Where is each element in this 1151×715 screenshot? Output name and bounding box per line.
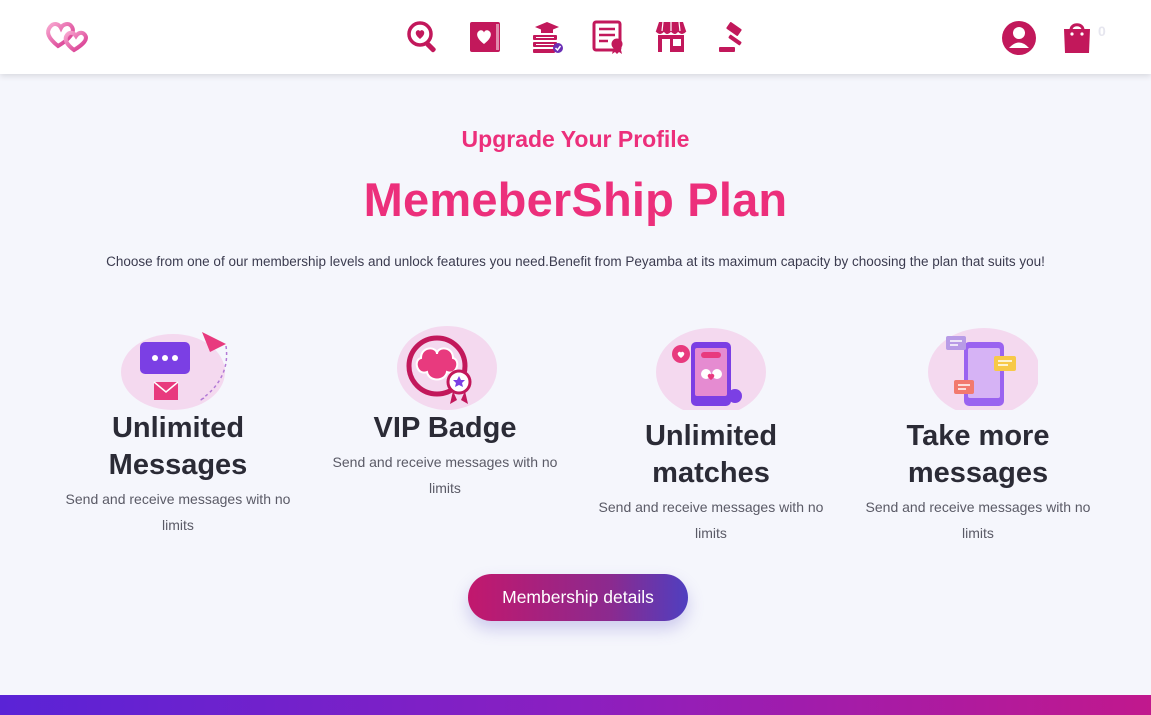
feature-card: VIP Badge Send and receive messages with… (320, 324, 570, 501)
feature-title-line2: Messages (108, 449, 248, 481)
feature-title-line2: matches (652, 457, 770, 489)
feature-description: Send and receive messages with no limits (65, 491, 291, 533)
certificate-icon[interactable] (588, 16, 630, 58)
membership-details-button[interactable]: Membership details (468, 574, 688, 621)
main-nav (402, 16, 754, 58)
feature-card: Unlimited Messages Send and receive mess… (53, 324, 303, 538)
vip-badge-illustration-icon (385, 324, 505, 410)
feature-card: Unlimited matches Send and receive messa… (586, 324, 836, 546)
feature-title-line1: Take more (906, 420, 1050, 452)
auction-gavel-icon[interactable] (712, 16, 754, 58)
feature-title-line2: messages (907, 457, 1049, 489)
feature-card: Take more messages Send and receive mess… (853, 324, 1103, 546)
shopping-bag-icon[interactable] (1061, 19, 1093, 55)
chat-phone-illustration-icon (918, 324, 1038, 410)
user-profile-icon[interactable] (1000, 19, 1038, 57)
matches-illustration-icon (651, 324, 771, 410)
messages-illustration-icon (118, 324, 238, 410)
graduation-books-icon[interactable] (526, 16, 568, 58)
logo-hearts-icon[interactable] (44, 16, 92, 56)
feature-description: Send and receive messages with no limits (332, 454, 558, 496)
section-subtitle: Upgrade Your Profile (461, 126, 690, 152)
page-title: MemeberShip Plan (363, 173, 788, 226)
section-description: Choose from one of our membership levels… (106, 254, 1045, 269)
feature-title-line1: VIP Badge (373, 412, 517, 444)
store-icon[interactable] (650, 16, 692, 58)
top-navbar: 0 (0, 0, 1151, 74)
feature-description: Send and receive messages with no limits (865, 499, 1091, 541)
heart-book-icon[interactable] (464, 16, 506, 58)
feature-title-line1: Unlimited (111, 412, 245, 444)
search-heart-icon[interactable] (402, 16, 444, 58)
cart-count-badge: 0 (1098, 23, 1106, 39)
footer-gradient-bar (0, 695, 1151, 715)
feature-description: Send and receive messages with no limits (598, 499, 824, 541)
feature-title-line1: Unlimited (644, 420, 778, 452)
